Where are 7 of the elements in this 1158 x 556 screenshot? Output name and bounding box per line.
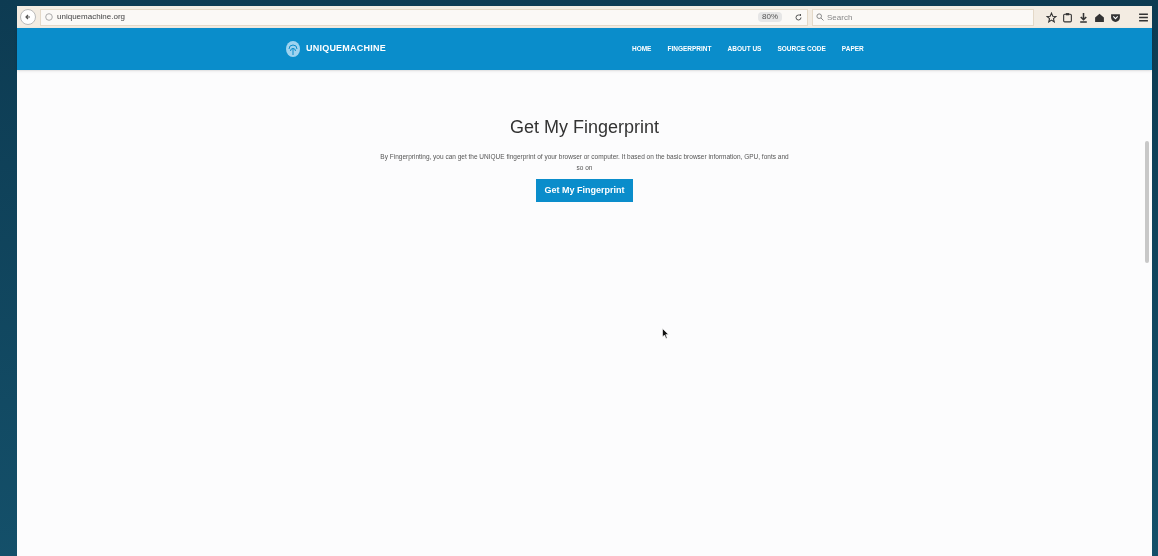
fingerprint-button[interactable]: Get My Fingerprint	[536, 179, 633, 202]
page-heading: Get My Fingerprint	[509, 116, 659, 139]
site-logo[interactable]: UNIQUEMACHINE	[306, 42, 386, 56]
zoom-badge[interactable]: 80%	[758, 12, 782, 22]
url-text: uniquemachine.org	[57, 11, 126, 23]
search-field[interactable]: Search	[812, 8, 1034, 26]
address-bar[interactable]: uniquemachine.org 80%	[40, 8, 808, 26]
